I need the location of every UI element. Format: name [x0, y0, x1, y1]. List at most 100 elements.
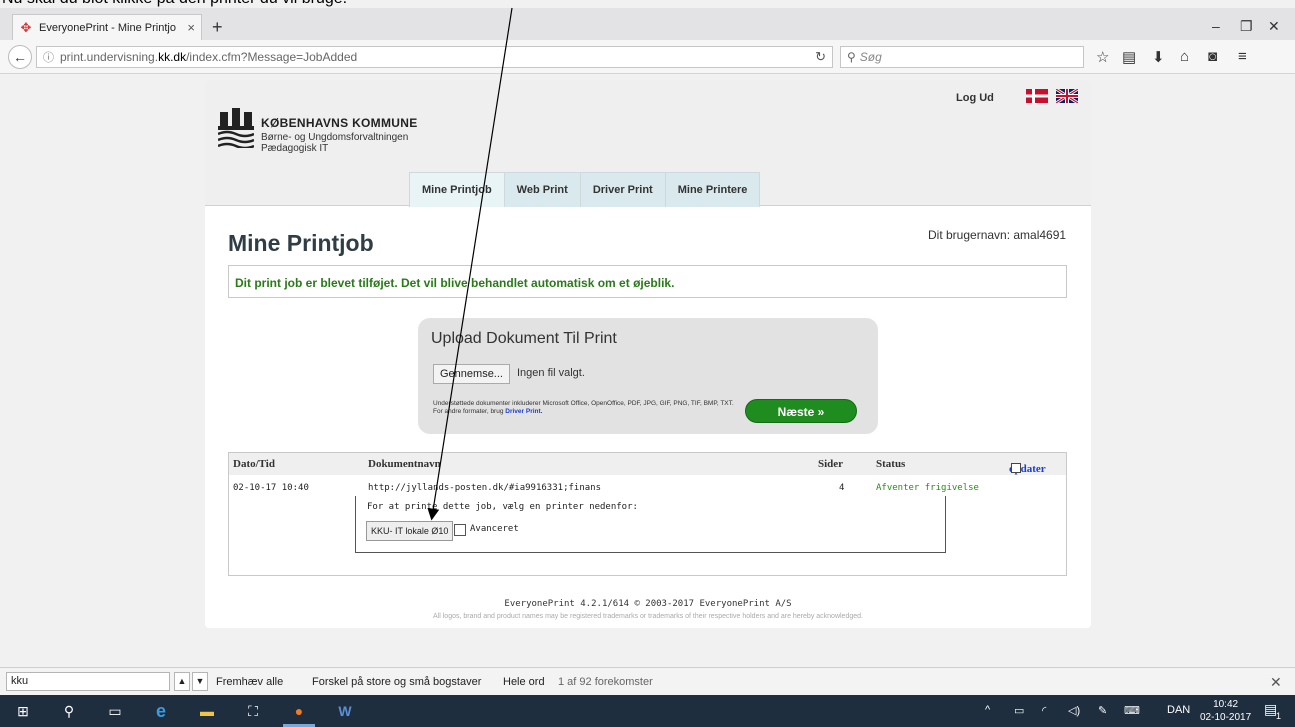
- footer-trademark: All logos, brand and product names may b…: [433, 613, 863, 620]
- show-hidden-icons-icon[interactable]: ^: [985, 704, 990, 716]
- search-input[interactable]: ⚲ Søg: [840, 46, 1084, 68]
- clock-date: 02-10-2017: [1200, 712, 1252, 723]
- url-prefix: print.undervisning.: [60, 50, 159, 64]
- tab-title: EveryonePrint - Mine Printjo: [39, 21, 176, 34]
- success-message: Dit print job er blevet tilføjet. Det vi…: [228, 265, 1067, 298]
- printer-selection-box: For at printe dette job, vælg en printer…: [355, 496, 946, 553]
- supported-formats-label: Understøttede dokumenter inkluderer Micr…: [433, 400, 734, 415]
- search-icon: ⚲: [847, 50, 856, 64]
- browser-tab[interactable]: ✥ EveryonePrint - Mine Printjo ×: [12, 14, 202, 40]
- download-icon[interactable]: ⬇: [1152, 48, 1165, 66]
- no-file-label: Ingen fil valgt.: [517, 367, 585, 379]
- username-label: Dit brugernavn: amal4691: [928, 228, 1067, 242]
- printer-selection-label: For at printe dette job, vælg en printer…: [367, 502, 638, 512]
- next-button[interactable]: Næste »: [745, 399, 857, 423]
- chevron-down-icon: ▼: [195, 676, 205, 686]
- tab-mine-printere[interactable]: Mine Printere: [664, 172, 761, 207]
- match-case-option[interactable]: Forskel på store og små bogstaver: [312, 676, 481, 688]
- job-pages: 4: [839, 483, 845, 493]
- find-count: 1 af 92 forekomster: [558, 676, 653, 688]
- close-window-icon[interactable]: ✕: [1268, 18, 1280, 35]
- store-icon[interactable]: ⛶: [244, 702, 262, 720]
- clock-time: 10:42: [1213, 699, 1239, 710]
- header-date: Dato/Tid: [233, 458, 275, 470]
- url-path: /index.cfm?Message=JobAdded: [186, 50, 358, 64]
- bookmark-star-icon[interactable]: ☆: [1096, 48, 1109, 66]
- footer-copyright: EveryonePrint 4.2.1/614 © 2003-2017 Ever…: [504, 599, 792, 609]
- new-tab-icon[interactable]: +: [212, 18, 223, 36]
- clock[interactable]: 10:42 02-10-2017: [1200, 698, 1251, 724]
- danish-flag-icon[interactable]: [1026, 89, 1048, 103]
- browser-tab-bar: ✥ EveryonePrint - Mine Printjo × + – ❐ ✕: [0, 8, 1295, 40]
- brand-subtitle: Børne- og Ungdomsforvaltningen: [261, 132, 409, 143]
- find-next-button[interactable]: ▼: [192, 672, 208, 691]
- notification-count: 1: [1276, 711, 1282, 721]
- supported-formats-text: Understøttede dokumenter inkluderer Micr…: [433, 400, 743, 416]
- advanced-checkbox[interactable]: [454, 524, 466, 536]
- minimize-icon[interactable]: –: [1212, 18, 1220, 34]
- reload-icon[interactable]: ↻: [815, 49, 826, 65]
- url-host: kk.dk: [158, 50, 187, 64]
- tab-web-print[interactable]: Web Print: [503, 172, 581, 207]
- instruction-caption: Nu skal du blot klikke på den printer du…: [2, 0, 347, 8]
- advanced-label: Avanceret: [470, 524, 519, 534]
- main-nav: Mine Printjob Web Print Driver Print Min…: [409, 172, 761, 207]
- header-pages: Sider: [818, 458, 844, 470]
- home-icon[interactable]: ⌂: [1180, 48, 1189, 65]
- search-placeholder: Søg: [859, 50, 882, 64]
- wifi-icon[interactable]: ◜: [1042, 704, 1046, 717]
- find-bar: kku ▲ ▼ Fremhæv alle Forskel på store og…: [0, 667, 1295, 695]
- upload-title: Upload Dokument Til Print: [431, 330, 617, 347]
- job-document: http://jyllands-posten.dk/#ia9916331;fin…: [368, 483, 601, 493]
- pen-icon[interactable]: ✎: [1098, 704, 1107, 717]
- battery-icon[interactable]: ▭: [1014, 704, 1024, 717]
- info-icon[interactable]: ⓘ: [43, 49, 54, 65]
- reading-list-icon[interactable]: ▤: [1122, 48, 1136, 66]
- logout-link[interactable]: Log Ud: [956, 92, 994, 104]
- job-date: 02-10-17 10:40: [233, 483, 309, 493]
- everyoneprint-favicon-icon: ✥: [20, 19, 32, 35]
- volume-icon[interactable]: ◁): [1068, 704, 1080, 717]
- upload-panel: Upload Dokument Til Print Gennemse... In…: [418, 318, 878, 434]
- header-status: Status: [876, 458, 906, 470]
- chevron-up-icon: ▲: [177, 676, 187, 686]
- menu-icon[interactable]: ≡: [1238, 48, 1247, 65]
- brand-name: KØBENHAVNS KOMMUNE: [261, 116, 418, 130]
- task-view-icon[interactable]: ▭: [106, 702, 124, 720]
- windows-start-icon[interactable]: ⊞: [14, 702, 32, 720]
- back-arrow-icon: ←: [13, 49, 27, 65]
- brand-subtitle-2: Pædagogisk IT: [261, 143, 329, 154]
- uk-flag-icon[interactable]: [1056, 89, 1078, 103]
- keyboard-icon[interactable]: ⌨: [1124, 704, 1140, 717]
- kobenhavn-logo-icon: [218, 108, 254, 148]
- word-icon[interactable]: W: [336, 702, 354, 720]
- pocket-icon[interactable]: ◙: [1208, 48, 1217, 65]
- cortana-search-icon[interactable]: ⚲: [60, 702, 78, 720]
- language-indicator[interactable]: DAN: [1167, 704, 1190, 716]
- whole-words-option[interactable]: Hele ord: [503, 676, 545, 688]
- page-title: Mine Printjob: [228, 230, 374, 256]
- edge-browser-icon[interactable]: e: [152, 702, 170, 720]
- close-find-icon[interactable]: ✕: [1270, 674, 1282, 691]
- restore-icon[interactable]: ❐: [1240, 18, 1253, 35]
- header-document: Dokumentnavn: [368, 458, 441, 470]
- tab-mine-printjob[interactable]: Mine Printjob: [409, 172, 505, 207]
- file-explorer-icon[interactable]: ▬: [198, 702, 216, 720]
- url-bar[interactable]: ⓘ print.undervisning. kk.dk/index.cfm?Mes…: [36, 46, 833, 68]
- find-input[interactable]: kku: [6, 672, 170, 691]
- tab-driver-print[interactable]: Driver Print: [579, 172, 666, 207]
- back-button[interactable]: ←: [8, 45, 32, 69]
- close-tab-icon[interactable]: ×: [187, 20, 195, 35]
- refresh-icon[interactable]: [1011, 463, 1021, 473]
- driver-print-link[interactable]: Driver Print.: [505, 408, 542, 415]
- print-jobs-table: Dato/Tid Dokumentnavn Sider Status opdat…: [228, 452, 1067, 576]
- printer-button[interactable]: KKU- IT lokale Ø10: [366, 521, 454, 541]
- browser-nav-bar: ← ⓘ print.undervisning. kk.dk/index.cfm?M…: [0, 40, 1295, 74]
- browse-button[interactable]: Gennemse...: [433, 364, 510, 384]
- site-header: KØBENHAVNS KOMMUNE Børne- og Ungdomsforv…: [205, 80, 1091, 207]
- page-card: KØBENHAVNS KOMMUNE Børne- og Ungdomsforv…: [205, 80, 1091, 628]
- firefox-icon[interactable]: ●: [290, 702, 308, 720]
- find-previous-button[interactable]: ▲: [174, 672, 190, 691]
- windows-taskbar: ⊞ ⚲ ▭ e ▬ ⛶ ● W ^ ▭ ◜ ◁) ✎ ⌨ DAN 10:42 0…: [0, 695, 1295, 727]
- highlight-all-option[interactable]: Fremhæv alle: [216, 676, 283, 688]
